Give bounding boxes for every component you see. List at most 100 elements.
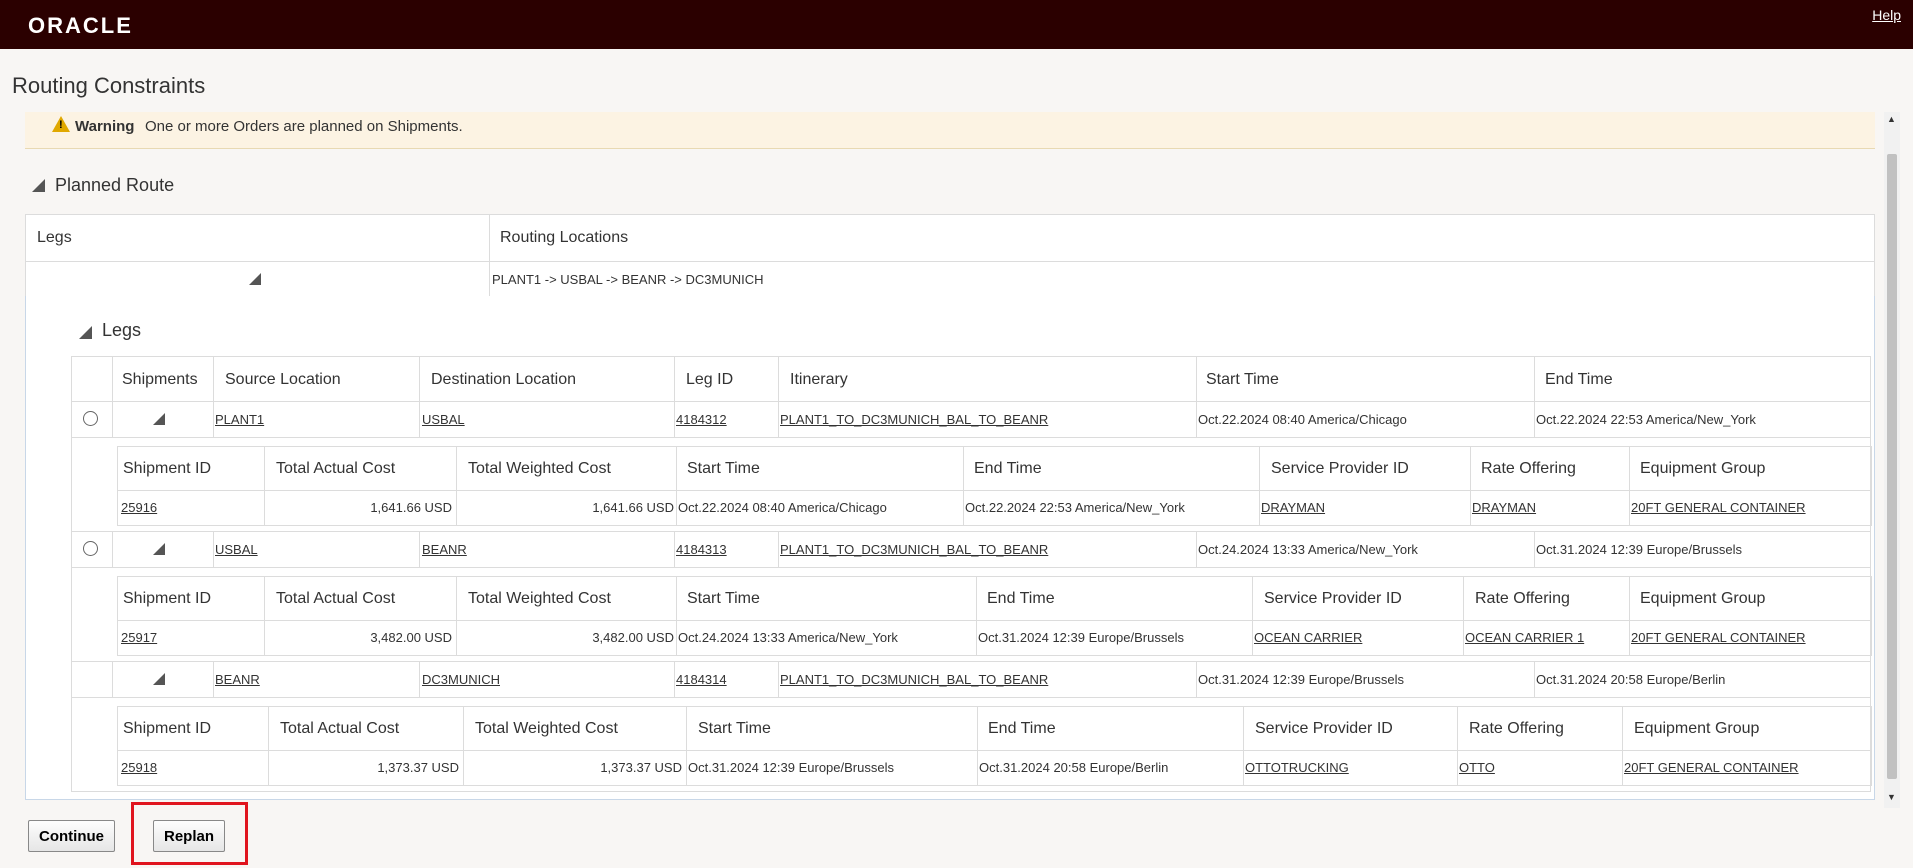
scroll-down-icon[interactable]: ▼	[1887, 792, 1896, 802]
column-divider	[1457, 751, 1458, 785]
main-content: ! Warning One or more Orders are planned…	[25, 112, 1875, 800]
shipment-row: 25916 1,641.66 USD 1,641.66 USD Oct.22.2…	[118, 491, 1871, 525]
column-divider	[1463, 577, 1464, 620]
legs-panel: Legs Shipments Source Location Destinati…	[25, 296, 1875, 800]
column-divider	[456, 447, 457, 490]
column-divider	[686, 707, 687, 750]
equipment-group-link[interactable]: 20FT GENERAL CONTAINER	[1631, 500, 1806, 515]
column-divider	[1629, 447, 1630, 490]
column-divider	[1252, 577, 1253, 620]
column-divider	[963, 491, 964, 525]
shipments-subtable-container: Shipment ID Total Actual Cost Total Weig…	[71, 568, 1872, 662]
column-header-total-weighted-cost: Total Weighted Cost	[468, 460, 611, 477]
column-divider	[112, 402, 113, 437]
collapse-legs-icon[interactable]	[79, 326, 92, 339]
expand-shipments-icon[interactable]	[153, 673, 165, 685]
column-divider	[1470, 491, 1471, 525]
column-divider	[463, 751, 464, 785]
leg-id-link[interactable]: 4184312	[676, 412, 727, 427]
column-divider	[419, 532, 420, 567]
leg-select-radio[interactable]	[83, 541, 98, 556]
continue-button[interactable]: Continue	[28, 820, 115, 852]
equipment-group-link[interactable]: 20FT GENERAL CONTAINER	[1624, 760, 1799, 775]
legs-table: Shipments Source Location Destination Lo…	[71, 356, 1872, 792]
leg-id-link[interactable]: 4184314	[676, 672, 727, 687]
rate-offering-link[interactable]: DRAYMAN	[1472, 500, 1536, 515]
equipment-group-link[interactable]: 20FT GENERAL CONTAINER	[1631, 630, 1806, 645]
rate-offering-link[interactable]: OTTO	[1459, 760, 1495, 775]
leg-id-link[interactable]: 4184313	[676, 542, 727, 557]
column-header-total-actual-cost: Total Actual Cost	[276, 460, 396, 477]
column-header-shipment-id: Shipment ID	[123, 460, 212, 477]
total-actual-cost: 1,641.66 USD	[370, 500, 452, 515]
column-divider	[1629, 621, 1630, 655]
shipment-start-time: Oct.22.2024 08:40 America/Chicago	[678, 500, 887, 515]
shipment-id-link[interactable]: 25918	[121, 760, 157, 775]
total-actual-cost: 1,373.37 USD	[377, 760, 459, 775]
shipments-header-row: Shipment ID Total Actual Cost Total Weig…	[118, 577, 1871, 621]
shipment-id-link[interactable]: 25916	[121, 500, 157, 515]
column-divider	[264, 491, 265, 525]
itinerary-link[interactable]: PLANT1_TO_DC3MUNICH_BAL_TO_BEANR	[780, 672, 1048, 687]
leg-select-radio[interactable]	[83, 411, 98, 426]
column-divider	[963, 447, 964, 490]
leg-end-time: Oct.22.2024 22:53 America/New_York	[1536, 412, 1756, 427]
column-header-end-time: End Time	[988, 720, 1056, 737]
shipments-header-row: Shipment ID Total Actual Cost Total Weig…	[118, 707, 1871, 751]
column-divider	[1534, 662, 1535, 697]
column-divider	[1629, 491, 1630, 525]
column-header-start-time: Start Time	[1206, 371, 1279, 388]
expand-shipments-icon[interactable]	[153, 543, 165, 555]
destination-location-link[interactable]: BEANR	[422, 542, 467, 557]
service-provider-link[interactable]: OCEAN CARRIER	[1254, 630, 1362, 645]
column-header-end-time: End Time	[987, 590, 1055, 607]
service-provider-link[interactable]: OTTOTRUCKING	[1245, 760, 1349, 775]
column-divider	[1243, 751, 1244, 785]
source-location-link[interactable]: PLANT1	[215, 412, 264, 427]
help-link[interactable]: Help	[1872, 7, 1901, 23]
source-location-link[interactable]: USBAL	[215, 542, 258, 557]
column-header-total-weighted-cost: Total Weighted Cost	[468, 590, 611, 607]
column-divider	[456, 577, 457, 620]
column-header-total-actual-cost: Total Actual Cost	[276, 590, 396, 607]
scroll-up-icon[interactable]: ▲	[1887, 114, 1896, 124]
expand-shipments-icon[interactable]	[153, 413, 165, 425]
column-divider	[456, 621, 457, 655]
replan-highlight-box	[131, 802, 248, 865]
destination-location-link[interactable]: DC3MUNICH	[422, 672, 500, 687]
column-header-source-location: Source Location	[225, 371, 341, 388]
leg-row[interactable]: PLANT1 USBAL 4184312 PLANT1_TO_DC3MUNICH…	[71, 402, 1871, 438]
collapse-planned-route-icon[interactable]	[32, 179, 45, 192]
warning-message: One or more Orders are planned on Shipme…	[145, 118, 463, 135]
warning-label: Warning	[75, 118, 135, 135]
column-divider	[419, 357, 420, 401]
leg-row[interactable]: USBAL BEANR 4184313 PLANT1_TO_DC3MUNICH_…	[71, 532, 1871, 568]
column-divider	[1534, 402, 1535, 437]
leg-end-time: Oct.31.2024 12:39 Europe/Brussels	[1536, 542, 1742, 557]
rate-offering-link[interactable]: OCEAN CARRIER 1	[1465, 630, 1584, 645]
column-divider	[112, 532, 113, 567]
total-weighted-cost: 1,373.37 USD	[600, 760, 682, 775]
leg-end-time: Oct.31.2024 20:58 Europe/Berlin	[1536, 672, 1726, 687]
itinerary-link[interactable]: PLANT1_TO_DC3MUNICH_BAL_TO_BEANR	[780, 412, 1048, 427]
column-divider	[1463, 621, 1464, 655]
destination-location-link[interactable]: USBAL	[422, 412, 465, 427]
itinerary-link[interactable]: PLANT1_TO_DC3MUNICH_BAL_TO_BEANR	[780, 542, 1048, 557]
column-header-service-provider-id: Service Provider ID	[1255, 720, 1393, 737]
shipment-id-link[interactable]: 25917	[121, 630, 157, 645]
service-provider-link[interactable]: DRAYMAN	[1261, 500, 1325, 515]
expand-legs-icon[interactable]	[249, 273, 261, 285]
vertical-scrollbar[interactable]: ▲ ▼	[1884, 112, 1900, 808]
column-divider	[1196, 402, 1197, 437]
source-location-link[interactable]: BEANR	[215, 672, 260, 687]
scroll-thumb[interactable]	[1887, 154, 1897, 779]
planned-route-title: Planned Route	[55, 175, 175, 195]
column-header-total-actual-cost: Total Actual Cost	[280, 720, 400, 737]
leg-row[interactable]: BEANR DC3MUNICH 4184314 PLANT1_TO_DC3MUN…	[71, 662, 1871, 698]
column-divider	[778, 402, 779, 437]
column-divider	[463, 707, 464, 750]
column-divider	[1196, 532, 1197, 567]
column-header-shipments: Shipments	[122, 371, 198, 388]
leg-start-time: Oct.22.2024 08:40 America/Chicago	[1198, 412, 1407, 427]
legs-header-row: Shipments Source Location Destination Lo…	[71, 356, 1871, 402]
